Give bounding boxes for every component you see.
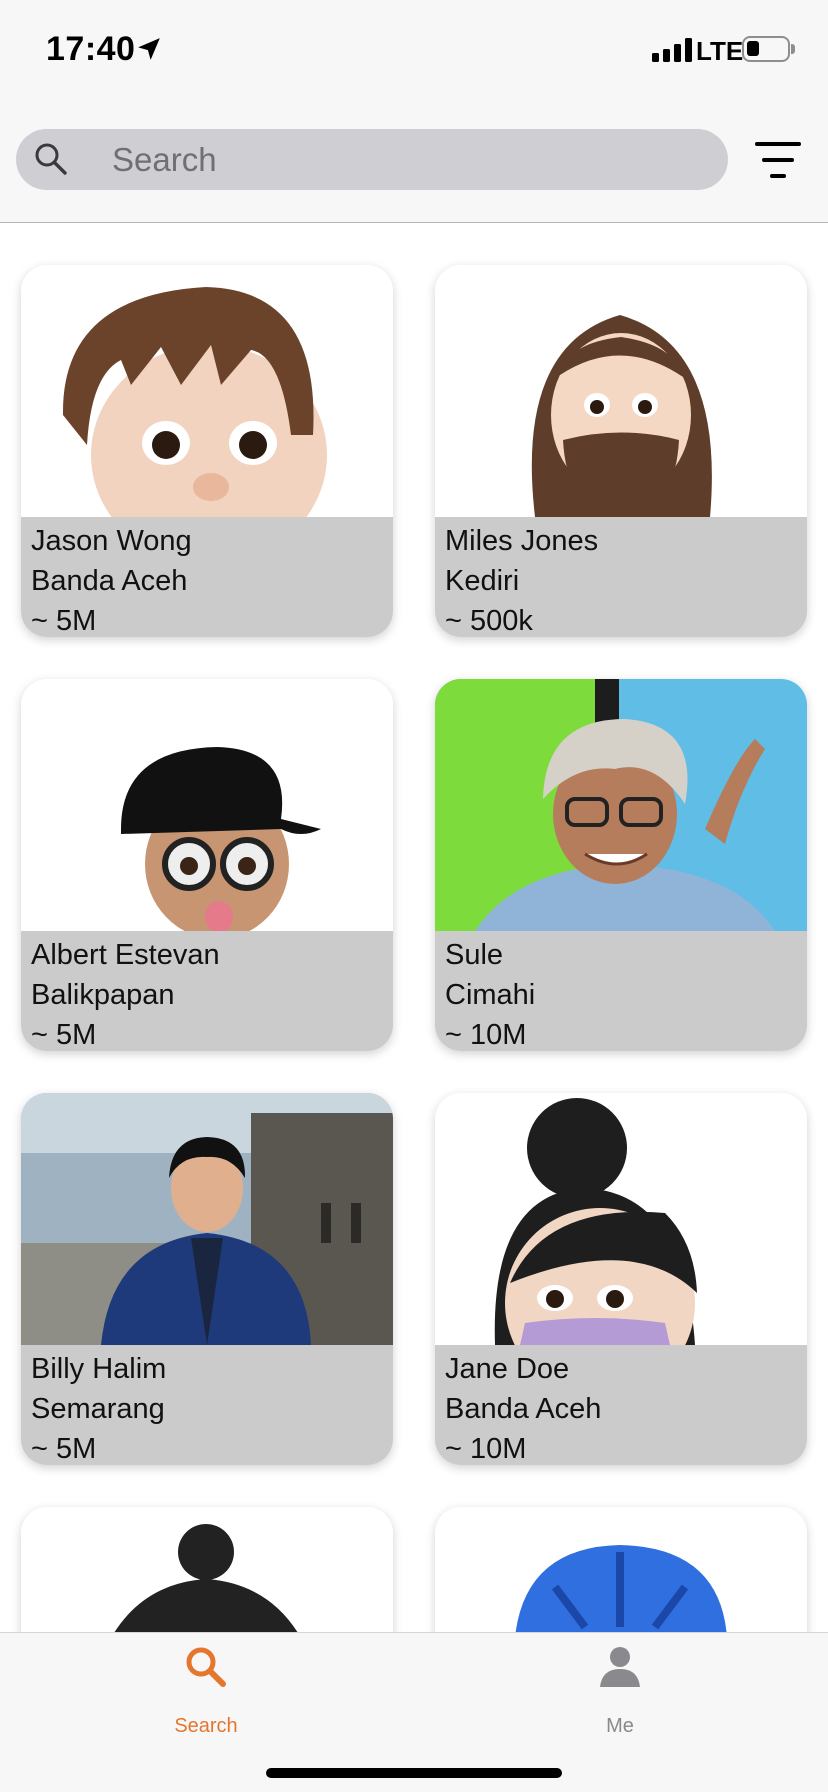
profile-card[interactable]: Jason Wong Banda Aceh ~ 5M [21,265,393,637]
cellular-signal-icon [652,38,692,62]
profile-photo [21,679,393,931]
profile-city: Cimahi [445,979,536,1011]
profile-info: Jane Doe Banda Aceh ~ 10M [435,1345,807,1465]
profile-photo [21,1507,393,1632]
profile-name: Billy Halim [31,1353,167,1385]
profile-followers: ~ 10M [445,1433,527,1465]
battery-icon [742,36,790,62]
profile-city: Kediri [445,565,520,597]
profile-name: Albert Estevan [31,939,220,971]
profile-grid[interactable]: Jason Wong Banda Aceh ~ 5M Miles Jones K… [0,224,828,1632]
search-bar[interactable] [16,129,728,190]
profile-photo [21,265,393,517]
search-icon [35,143,67,175]
tab-label: Search [174,1715,238,1737]
filter-button[interactable] [754,140,802,180]
tab-search[interactable]: Search [106,1633,306,1743]
search-input[interactable] [112,129,712,190]
filter-icon [755,142,801,146]
status-bar: 17:40 LTE [0,0,828,100]
profile-followers: ~ 10M [445,1019,527,1051]
profile-city: Banda Aceh [445,1393,602,1425]
profile-info: Jason Wong Banda Aceh ~ 5M [21,517,393,637]
tab-me[interactable]: Me [520,1633,720,1743]
profile-followers: ~ 5M [31,605,97,637]
profile-followers: ~ 5M [31,1433,97,1465]
profile-city: Semarang [31,1393,165,1425]
profile-info: Albert Estevan Balikpapan ~ 5M [21,931,393,1051]
location-arrow-icon [138,38,160,60]
battery-cap [791,44,795,54]
profile-info: Sule Cimahi ~ 10M [435,931,807,1051]
home-indicator [266,1768,562,1778]
profile-card[interactable]: Albert Estevan Balikpapan ~ 5M [21,679,393,1051]
profile-city: Balikpapan [31,979,175,1011]
profile-card[interactable]: Billy Halim Semarang ~ 5M [21,1093,393,1465]
profile-photo [21,1093,393,1345]
status-time: 17:40 [46,30,136,68]
profile-name: Jason Wong [31,525,192,557]
profile-photo [435,1093,807,1345]
profile-name: Miles Jones [445,525,599,557]
profile-photo [435,1507,807,1632]
profile-photo [435,265,807,517]
tab-label: Me [606,1715,634,1737]
profile-followers: ~ 500k [445,605,533,637]
profile-photo [435,679,807,931]
search-header [0,100,828,223]
profile-card[interactable]: Miles Jones Kediri ~ 500k [435,265,807,637]
search-icon [186,1647,226,1687]
network-type: LTE [696,36,744,66]
profile-info: Miles Jones Kediri ~ 500k [435,517,807,637]
profile-followers: ~ 5M [31,1019,97,1051]
profile-card[interactable]: Jane Doe Banda Aceh ~ 10M [435,1093,807,1465]
profile-city: Banda Aceh [31,565,188,597]
profile-card[interactable] [435,1507,807,1632]
person-icon [600,1647,640,1687]
profile-card[interactable] [21,1507,393,1632]
profile-card[interactable]: Sule Cimahi ~ 10M [435,679,807,1051]
profile-info: Billy Halim Semarang ~ 5M [21,1345,393,1465]
profile-name: Sule [445,939,504,971]
profile-name: Jane Doe [445,1353,570,1385]
